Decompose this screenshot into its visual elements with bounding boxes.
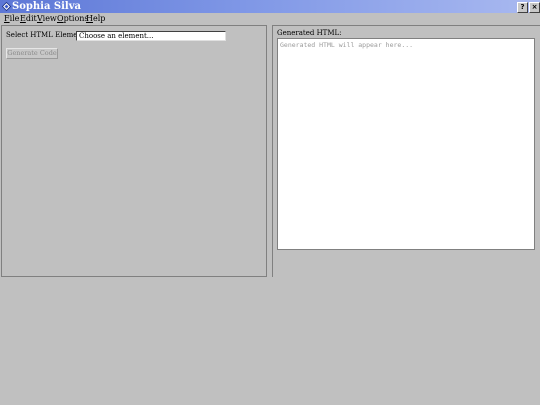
- menu-help[interactable]: Help: [86, 13, 105, 24]
- menu-bar: File Edit View Options Help: [0, 13, 540, 24]
- close-button[interactable]: ×: [529, 2, 540, 13]
- element-selector-panel: [1, 25, 267, 277]
- app-diamond-icon: [2, 2, 11, 11]
- generate-code-button[interactable]: Generate Code: [6, 48, 58, 59]
- select-element-label: Select HTML Element:: [6, 31, 88, 39]
- generated-html-output[interactable]: [277, 38, 535, 250]
- generated-html-label: Generated HTML:: [277, 29, 342, 37]
- menu-edit[interactable]: Edit: [20, 13, 37, 24]
- menu-file[interactable]: File: [4, 13, 19, 24]
- element-select[interactable]: Choose an element...: [76, 31, 226, 41]
- help-button[interactable]: ?: [517, 2, 528, 13]
- title-bar[interactable]: Sophia Silva ? ×: [0, 0, 540, 13]
- menu-view[interactable]: View: [37, 13, 57, 24]
- window-title: Sophia Silva: [12, 1, 82, 12]
- menu-options[interactable]: Options: [57, 13, 89, 24]
- app-window: Sophia Silva ? × File Edit View Options …: [0, 0, 540, 405]
